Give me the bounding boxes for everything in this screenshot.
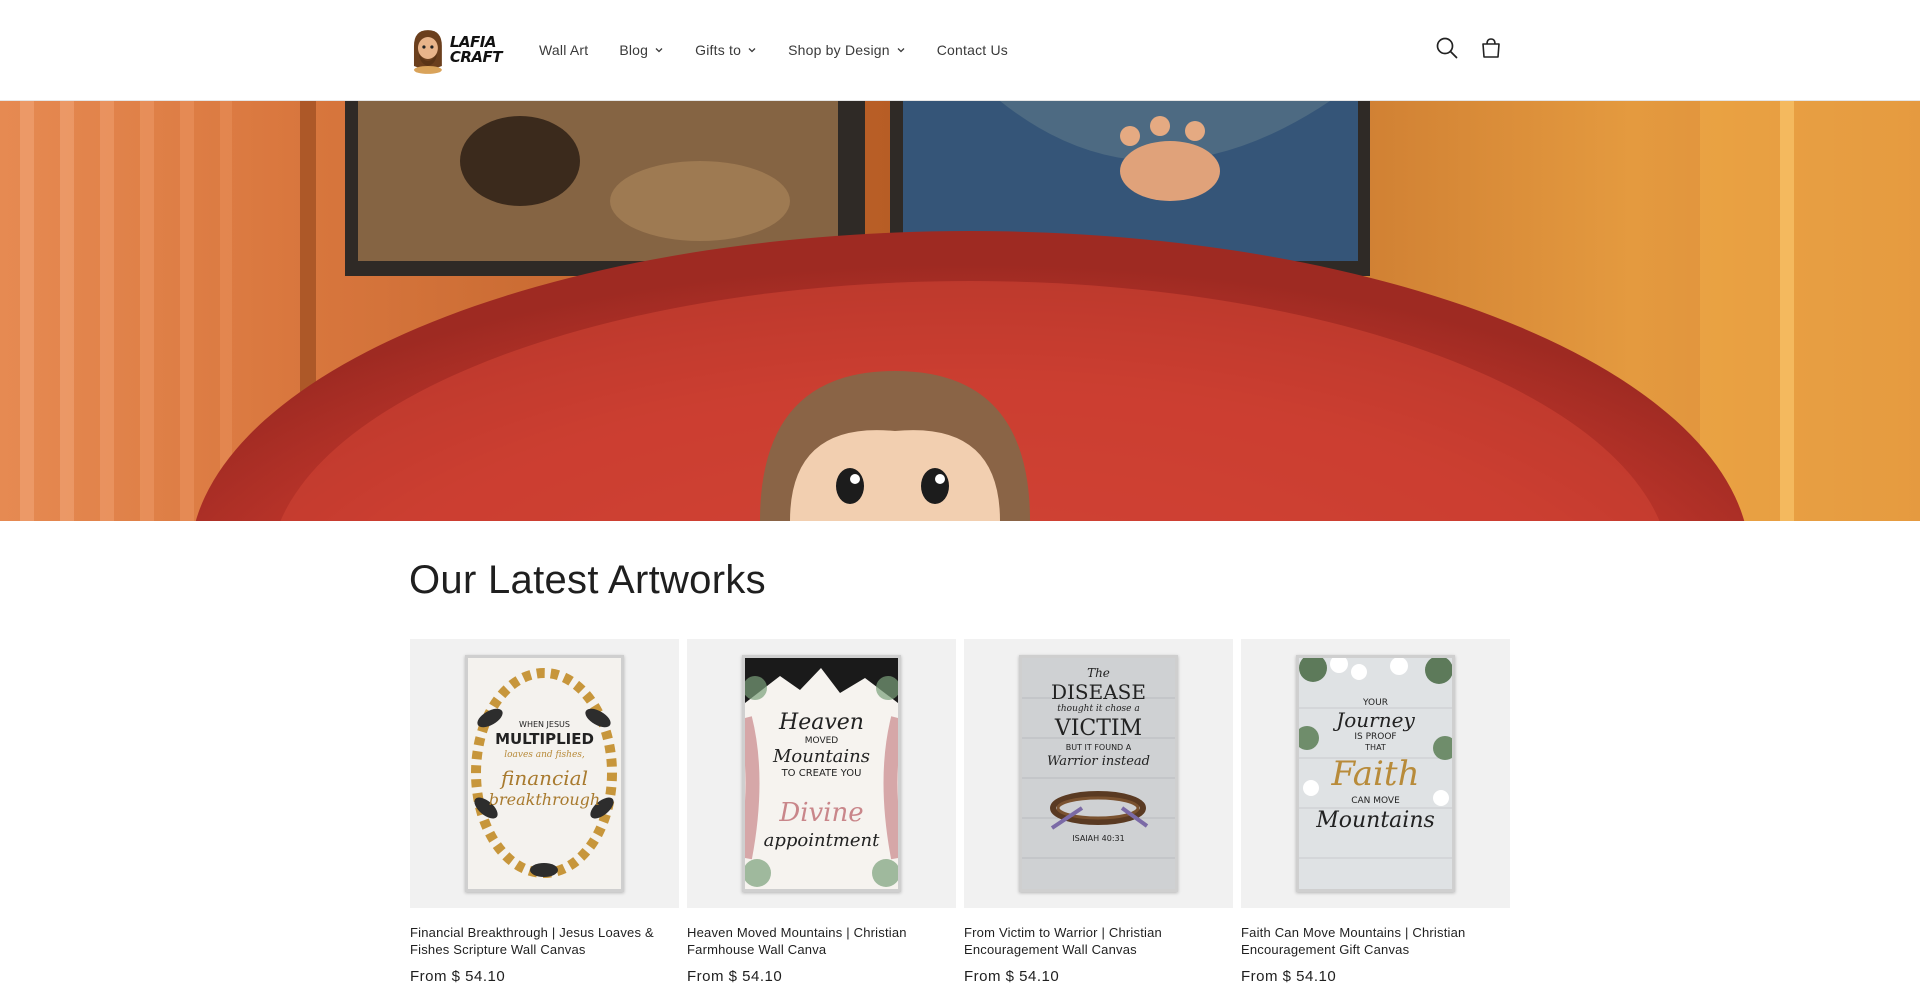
product-title[interactable]: Heaven Moved Mountains | Christian Farmh… xyxy=(687,924,949,958)
chevron-down-icon xyxy=(655,48,663,53)
search-icon[interactable] xyxy=(1434,35,1460,61)
nav-contact-us-label: Contact Us xyxy=(936,42,1008,58)
cart-icon[interactable] xyxy=(1478,35,1504,61)
poster-text: IS PROOF xyxy=(1354,732,1397,742)
nav-gifts-to-label: Gifts to xyxy=(695,42,742,58)
site-header: LAFIA CRAFT Wall Art Blog Gifts to Shop … xyxy=(0,0,1920,101)
poster-text: MOVED xyxy=(804,736,839,746)
nav-blog-label: Blog xyxy=(619,42,649,58)
poster-text: appointment xyxy=(763,830,880,851)
poster-text: loaves and fishes, xyxy=(504,750,585,760)
product-title[interactable]: Financial Breakthrough | Jesus Loaves & … xyxy=(410,924,672,958)
product-poster-3: The DISEASE thought it chose a VICTIM BU… xyxy=(1019,655,1178,892)
nav-shop-by-design[interactable]: Shop by Design xyxy=(777,42,906,58)
brand-logo[interactable]: LAFIA CRAFT xyxy=(408,24,503,76)
product-poster-1: WHEN JESUS MULTIPLIED loaves and fishes,… xyxy=(465,655,624,892)
product-title[interactable]: From Victim to Warrior | Christian Encou… xyxy=(964,924,1226,958)
nav-wall-art[interactable]: Wall Art xyxy=(528,42,588,58)
poster-text: Faith xyxy=(1331,754,1420,794)
product-price: From $ 54.10 xyxy=(687,968,783,985)
poster-text: financial xyxy=(501,766,588,790)
poster-text: VICTIM xyxy=(1054,716,1143,741)
product-poster-4: YOUR Journey IS PROOF THAT Faith CAN MOV… xyxy=(1296,655,1455,892)
chevron-down-icon xyxy=(897,48,905,53)
section-title: Our Latest Artworks xyxy=(409,558,766,602)
poster-text: Journey xyxy=(1336,708,1415,732)
poster-text: ISAIAH 40:31 xyxy=(1072,834,1125,843)
poster-text: YOUR xyxy=(1363,698,1388,708)
poster-text: breakthrough xyxy=(488,790,601,809)
logo-wordmark: LAFIA CRAFT xyxy=(449,35,503,66)
nav-wall-art-label: Wall Art xyxy=(539,42,589,58)
product-image[interactable]: The DISEASE thought it chose a VICTIM BU… xyxy=(964,639,1233,908)
poster-text: Warrior instead xyxy=(1047,754,1150,769)
poster-text: TO CREATE YOU xyxy=(781,768,862,779)
poster-text: CAN MOVE xyxy=(1351,796,1400,806)
product-card[interactable]: The DISEASE thought it chose a VICTIM BU… xyxy=(964,639,1233,985)
poster-text: WHEN JESUS xyxy=(519,720,570,729)
poster-text: Heaven xyxy=(779,710,864,735)
poster-text: The xyxy=(1087,666,1110,680)
poster-text: Mountains xyxy=(1316,808,1435,833)
product-title[interactable]: Faith Can Move Mountains | Christian Enc… xyxy=(1241,924,1503,958)
chevron-down-icon xyxy=(748,48,756,53)
product-card[interactable]: Heaven MOVED Mountains TO CREATE YOU Div… xyxy=(687,639,956,985)
product-image[interactable]: YOUR Journey IS PROOF THAT Faith CAN MOV… xyxy=(1241,639,1510,908)
product-card[interactable]: YOUR Journey IS PROOF THAT Faith CAN MOV… xyxy=(1241,639,1510,985)
nav-shop-by-design-label: Shop by Design xyxy=(788,42,890,58)
poster-text: thought it chose a xyxy=(1057,704,1140,714)
hero-banner-image xyxy=(0,101,1920,521)
product-image[interactable]: WHEN JESUS MULTIPLIED loaves and fishes,… xyxy=(410,639,679,908)
product-price: From $ 54.10 xyxy=(410,968,506,985)
nav-blog[interactable]: Blog xyxy=(608,42,664,58)
poster-text: BUT IT FOUND A xyxy=(1065,743,1132,752)
poster-text: MULTIPLIED xyxy=(495,730,594,748)
nav-contact-us[interactable]: Contact Us xyxy=(926,42,1008,58)
logo-line-2: CRAFT xyxy=(449,48,503,66)
poster-text: Divine xyxy=(779,798,864,828)
poster-text: THAT xyxy=(1365,743,1386,752)
poster-text: Mountains xyxy=(772,746,870,767)
nav-gifts-to[interactable]: Gifts to xyxy=(684,42,757,58)
product-image[interactable]: Heaven MOVED Mountains TO CREATE YOU Div… xyxy=(687,639,956,908)
product-poster-2: Heaven MOVED Mountains TO CREATE YOU Div… xyxy=(742,655,901,892)
product-card[interactable]: WHEN JESUS MULTIPLIED loaves and fishes,… xyxy=(410,639,679,985)
hero-illustration xyxy=(0,101,1920,521)
product-price: From $ 54.10 xyxy=(964,968,1060,985)
logo-mascot-icon xyxy=(413,30,442,74)
main-nav: Wall Art Blog Gifts to Shop by Design Co… xyxy=(528,0,1028,100)
product-price: From $ 54.10 xyxy=(1241,968,1337,985)
poster-text: DISEASE xyxy=(1051,680,1146,704)
